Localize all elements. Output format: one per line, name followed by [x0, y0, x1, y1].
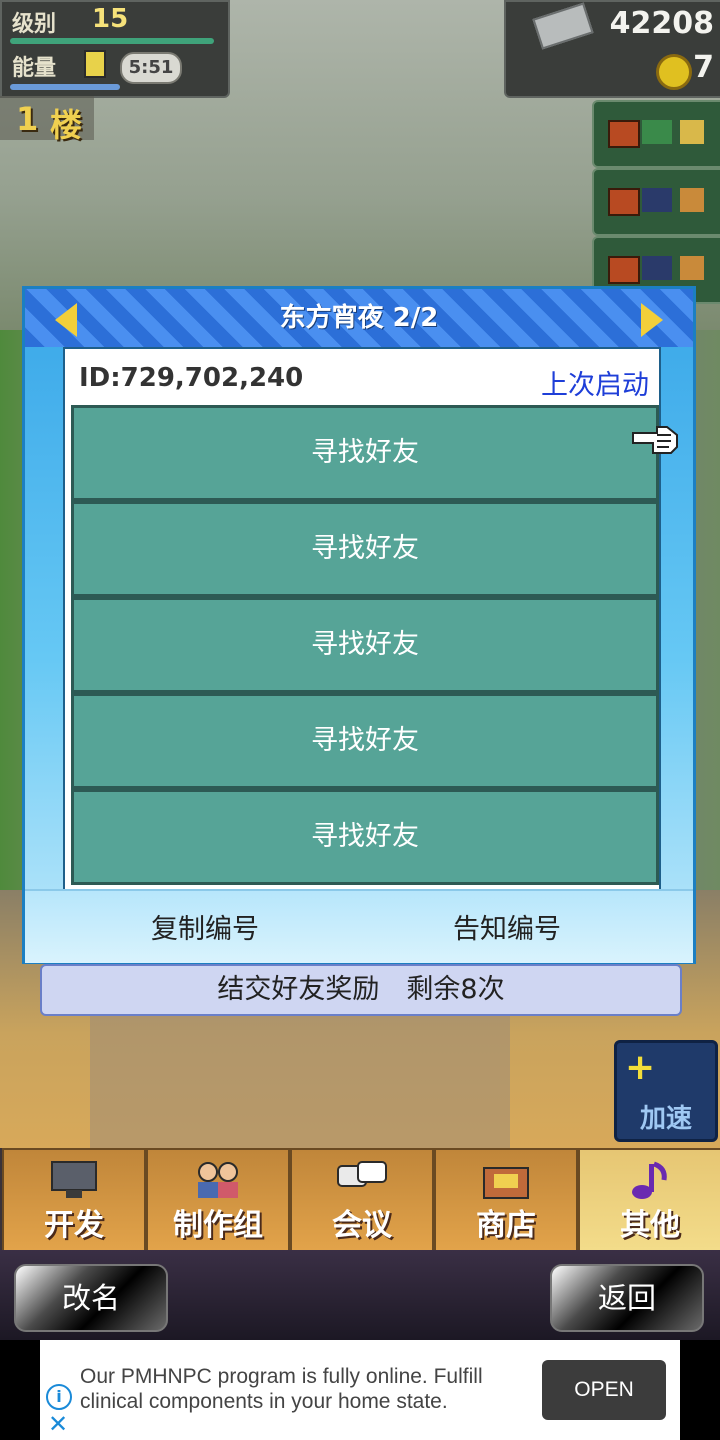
bottom-action-bar: 改名 返回 — [0, 1250, 720, 1340]
energy-timer: 5:51 — [120, 52, 182, 84]
menu-other-label: 其他 — [620, 1208, 680, 1243]
background-wall — [90, 1000, 510, 1150]
menu-other[interactable]: 其他 — [578, 1148, 720, 1252]
player-id: ID:729,702,240 — [79, 363, 304, 393]
plus-icon: + — [625, 1047, 656, 1088]
next-page-arrow-icon[interactable] — [641, 303, 663, 337]
menu-shop[interactable]: 商店 — [434, 1148, 578, 1252]
building-icon — [642, 256, 672, 280]
menu-shop-label: 商店 — [476, 1208, 536, 1243]
rename-button[interactable]: 改名 — [14, 1264, 168, 1332]
level-progress-bar — [10, 38, 214, 44]
ad-text: Our PMHNPC program is fully online. Fulf… — [80, 1365, 483, 1413]
speed-up-button[interactable]: + 加速 — [614, 1040, 718, 1142]
floor-indicator[interactable]: 1 楼 — [0, 96, 94, 144]
menu-meeting-label: 会议 — [332, 1208, 392, 1243]
find-friend-button-2[interactable]: 寻找好友 — [71, 501, 659, 597]
pointing-hand-icon — [632, 426, 678, 454]
menu-team-label: 制作组 — [173, 1208, 263, 1243]
coin-icon — [656, 54, 692, 90]
main-menu: 开发 制作组 会议 商店 其他 — [0, 1148, 720, 1252]
gold-bars-icon — [680, 120, 704, 144]
find-friend-button-1[interactable]: 寻找好友 — [71, 405, 659, 501]
mug-icon — [680, 188, 704, 212]
friend-dialog: 东方宵夜 2/2 ID:729,702,240 上次启动 寻找好友 寻找好友 寻… — [22, 286, 696, 964]
energy-progress-bar — [10, 84, 120, 90]
info-icon[interactable]: i — [46, 1384, 72, 1410]
chip-icon — [608, 256, 640, 284]
money-value: 42208 — [609, 6, 714, 41]
copy-id-button[interactable]: 复制编号 — [151, 907, 259, 946]
find-friend-button-4[interactable]: 寻找好友 — [71, 693, 659, 789]
level-label: 级别 — [12, 12, 57, 37]
ad-banner[interactable]: i ✕ Our PMHNPC program is fully online. … — [40, 1340, 680, 1440]
energy-label: 能量 — [12, 56, 57, 81]
chip-icon — [608, 188, 640, 216]
status-panel: 级别 15 能量 5:51 — [0, 0, 230, 98]
staff-icon — [642, 120, 672, 144]
floor-number: 1 — [16, 100, 39, 138]
back-button[interactable]: 返回 — [550, 1264, 704, 1332]
friend-list-panel: ID:729,702,240 上次启动 寻找好友 寻找好友 寻找好友 寻找好友 … — [63, 347, 661, 891]
floor-unit: 楼 — [50, 106, 83, 144]
dialog-title: 东方宵夜 2/2 — [279, 303, 439, 333]
menu-develop-label: 开发 — [44, 1208, 104, 1243]
friend-reward-bar: 结交好友奖励 剩余8次 — [40, 964, 682, 1016]
level-value: 15 — [92, 4, 129, 34]
find-friend-button-5[interactable]: 寻找好友 — [71, 789, 659, 885]
currency-panel: 42208 7 — [504, 0, 720, 98]
speed-up-label: 加速 — [639, 1104, 692, 1134]
close-icon[interactable]: ✕ — [48, 1410, 68, 1438]
last-launch-label: 上次启动 — [541, 370, 649, 401]
music-note-icon — [632, 1161, 667, 1199]
mug-icon — [680, 256, 704, 280]
money-icon — [532, 2, 594, 50]
share-id-button[interactable]: 告知编号 — [453, 907, 561, 946]
prev-page-arrow-icon[interactable] — [55, 303, 77, 337]
energy-icon — [84, 50, 106, 78]
dialog-footer: 复制编号 告知编号 — [25, 889, 693, 963]
shop-icon — [483, 1167, 529, 1199]
project-slot-2[interactable] — [592, 168, 720, 236]
building-icon — [642, 188, 672, 212]
coin-value: 7 — [693, 50, 714, 85]
project-slot-1[interactable] — [592, 100, 720, 168]
monitor-icon — [51, 1161, 97, 1198]
find-friend-button-3[interactable]: 寻找好友 — [71, 597, 659, 693]
menu-meeting[interactable]: 会议 — [290, 1148, 434, 1252]
menu-develop[interactable]: 开发 — [2, 1148, 146, 1252]
speech-bubbles-icon — [337, 1161, 387, 1187]
team-icon — [198, 1162, 238, 1198]
ad-open-button[interactable]: OPEN — [542, 1360, 666, 1420]
chip-icon — [608, 120, 640, 148]
menu-team[interactable]: 制作组 — [146, 1148, 290, 1252]
